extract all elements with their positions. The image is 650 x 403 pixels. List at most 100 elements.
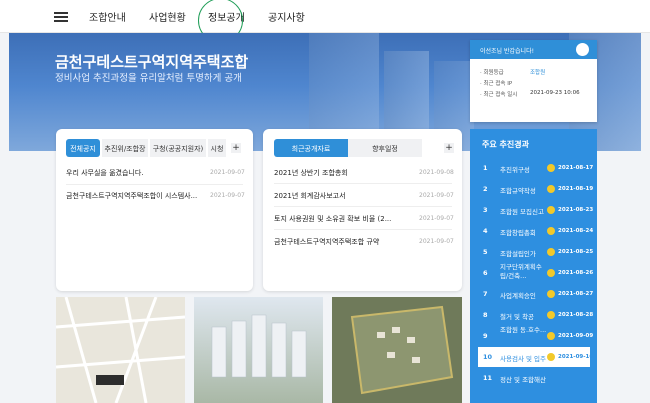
- list-item-title[interactable]: 금천구테스트구역지역주택조합이 시스템사...: [66, 192, 197, 200]
- menu-icon[interactable]: [54, 12, 68, 22]
- login-label: 회원등급: [483, 70, 504, 76]
- login-row-time: · 최근 접속 일시 2021-09-23 10:06: [480, 90, 580, 98]
- timeline-item[interactable]: 11 정산 및 조합해산: [478, 368, 590, 388]
- check-icon: [547, 353, 555, 361]
- timeline-title: 주요 추진경과: [482, 140, 529, 149]
- check-icon: [547, 311, 555, 319]
- disclosure-panel: 최근공개자료 향후일정 + 2021년 상반기 조합총회 2021-09-08 2…: [263, 129, 462, 291]
- timeline-step-date: 2021-09-10: [558, 354, 594, 360]
- list-item-title[interactable]: 2021년 회계감사보고서: [274, 192, 346, 200]
- timeline-step-number: 6: [483, 269, 488, 277]
- list-item-date: 2021-09-07: [419, 238, 454, 245]
- timeline-step-date: 2021-08-25: [558, 249, 594, 255]
- hero-title: 금천구테스트구역지역주택조합: [55, 53, 249, 71]
- nav-item-notices[interactable]: 공지사항: [268, 9, 305, 24]
- check-icon: [547, 332, 555, 340]
- timeline-step-label: 지구단위계획수립/건축...: [500, 263, 542, 280]
- tab-upcoming-schedule[interactable]: 향후일정: [348, 139, 422, 157]
- list-item-title[interactable]: 2021년 상반기 조합총회: [274, 169, 348, 177]
- site-plan-graphic: [350, 305, 454, 395]
- nav-item-business-status[interactable]: 사업현황: [149, 9, 186, 24]
- timeline-item[interactable]: 5 조합설립인가 2021-08-25: [478, 242, 594, 262]
- check-icon: [547, 164, 555, 172]
- timeline-item[interactable]: 4 조합창립총회 2021-08-24: [478, 221, 594, 241]
- check-icon: [547, 227, 555, 235]
- list-item-date: 2021-09-07: [419, 215, 454, 222]
- list-item-title[interactable]: 토지 사용권원 및 소유권 확보 비율 (2...: [274, 215, 391, 223]
- nav-item-union-info[interactable]: 조합안내: [89, 9, 126, 24]
- timeline-item[interactable]: 10 사용검사 및 입주 2021-09-10: [478, 347, 594, 367]
- location-map-image[interactable]: [56, 297, 185, 403]
- tab-committee[interactable]: 추진위/조합장: [102, 139, 148, 157]
- tab-recent-disclosures[interactable]: 최근공개자료: [274, 139, 348, 157]
- complex-render-image[interactable]: [194, 297, 323, 403]
- check-icon: [547, 206, 555, 214]
- login-row-grade: · 회원등급 조합원: [480, 70, 546, 76]
- list-item-title[interactable]: 우리 사무실을 옮겼습니다.: [66, 169, 144, 177]
- login-label: 최근 접속 IP: [483, 81, 513, 87]
- apartment-render-graphic: [211, 314, 307, 378]
- list-item[interactable]: 토지 사용권원 및 소유권 확보 비율 (2... 2021-09-07: [274, 214, 454, 224]
- divider: [66, 184, 243, 185]
- check-icon: [547, 248, 555, 256]
- timeline-step-label: 조합규약작성: [500, 187, 536, 195]
- timeline-step-label: 조합창립총회: [500, 229, 536, 237]
- timeline-step-label: 사업계획승인: [500, 292, 536, 300]
- timeline-item[interactable]: 8 철거 및 착공 2021-08-28: [478, 305, 594, 325]
- timeline-step-number: 9: [483, 332, 488, 340]
- site-plan-image[interactable]: [332, 297, 462, 403]
- list-item[interactable]: 금천구테스트구역지역주택조합이 시스템사... 2021-09-07: [66, 191, 245, 201]
- timeline-step-date: 2021-08-17: [558, 165, 594, 171]
- timeline-item[interactable]: 6 지구단위계획수립/건축... 2021-08-26: [478, 263, 593, 283]
- login-value: 조합원: [530, 70, 546, 76]
- divider: [274, 183, 452, 184]
- list-item-date: 2021-09-08: [419, 169, 454, 176]
- list-item[interactable]: 2021년 회계감사보고서 2021-09-07: [274, 191, 454, 201]
- check-icon: [547, 185, 555, 193]
- map-graphic: [56, 297, 185, 403]
- timeline-step-date: 2021-08-27: [558, 291, 594, 297]
- divider: [274, 229, 452, 230]
- tab-district-office[interactable]: 구청(공공지원자): [150, 139, 206, 157]
- tab-all-notices[interactable]: 전체공지: [66, 139, 100, 157]
- more-plus-icon[interactable]: +: [231, 143, 241, 153]
- timeline-step-label: 추진위구성: [500, 166, 530, 174]
- progress-timeline: 주요 추진경과 1 추진위구성 2021-08-17 2 조합규약작성 2021-08-1…: [470, 129, 597, 403]
- list-item[interactable]: 금천구테스트구역지역주택조합 규약 2021-09-07: [274, 237, 454, 247]
- login-label: 최근 접속 일시: [483, 92, 518, 98]
- more-plus-icon[interactable]: +: [444, 143, 454, 153]
- timeline-step-number: 7: [483, 290, 488, 298]
- timeline-step-number: 2: [483, 185, 488, 193]
- top-navigation: 조합안내 사업현황 정보공개 공지사항: [0, 0, 650, 43]
- tab-city-hall[interactable]: 시청: [208, 139, 226, 157]
- list-item-date: 2021-09-07: [210, 192, 245, 199]
- list-item-title[interactable]: 금천구테스트구역지역주택조합 규약: [274, 238, 379, 246]
- list-item[interactable]: 2021년 상반기 조합총회 2021-09-08: [274, 168, 454, 178]
- timeline-item[interactable]: 9 조합원 동.호수... 2021-09-09: [478, 326, 593, 346]
- timeline-step-number: 1: [483, 164, 488, 172]
- user-greeting-bar: 이선조님 반갑습니다!: [470, 40, 597, 59]
- timeline-item[interactable]: 1 추진위구성 2021-08-17: [478, 158, 594, 178]
- list-item[interactable]: 우리 사무실을 옮겼습니다. 2021-09-07: [66, 168, 245, 178]
- timeline-step-date: 2021-08-24: [558, 228, 594, 234]
- timeline-step-label: 조합원 동.호수...: [500, 326, 547, 334]
- user-info-card: 이선조님 반갑습니다! · 회원등급 조합원 · 최근 접속 IP · 최근 접속…: [470, 40, 597, 122]
- timeline-item[interactable]: 2 조합규약작성 2021-08-19: [478, 179, 593, 199]
- timeline-item[interactable]: 3 조합원 모집신고 2021-08-23: [478, 200, 594, 220]
- login-row-ip: · 최근 접속 IP: [480, 81, 513, 87]
- user-avatar-icon[interactable]: [576, 43, 589, 56]
- timeline-step-label: 사용검사 및 입주: [500, 355, 546, 363]
- timeline-step-label: 철거 및 착공: [500, 313, 535, 321]
- login-value: 2021-09-23 10:06: [530, 90, 580, 96]
- list-item-date: 2021-09-07: [419, 192, 454, 199]
- notice-panel: 전체공지 추진위/조합장 구청(공공지원자) 시청 + 우리 사무실을 옮겼습니…: [56, 129, 253, 291]
- user-greeting: 이선조님 반갑습니다!: [480, 48, 534, 55]
- timeline-step-date: 2021-08-23: [558, 207, 594, 213]
- timeline-step-number: 3: [483, 206, 488, 214]
- timeline-step-date: 2021-08-28: [558, 312, 594, 318]
- timeline-step-label: 조합설립인가: [500, 250, 536, 258]
- timeline-item[interactable]: 7 사업계획승인 2021-08-27: [478, 284, 594, 304]
- timeline-step-number: 11: [483, 374, 493, 382]
- timeline-step-number: 5: [483, 248, 488, 256]
- check-icon: [547, 290, 555, 298]
